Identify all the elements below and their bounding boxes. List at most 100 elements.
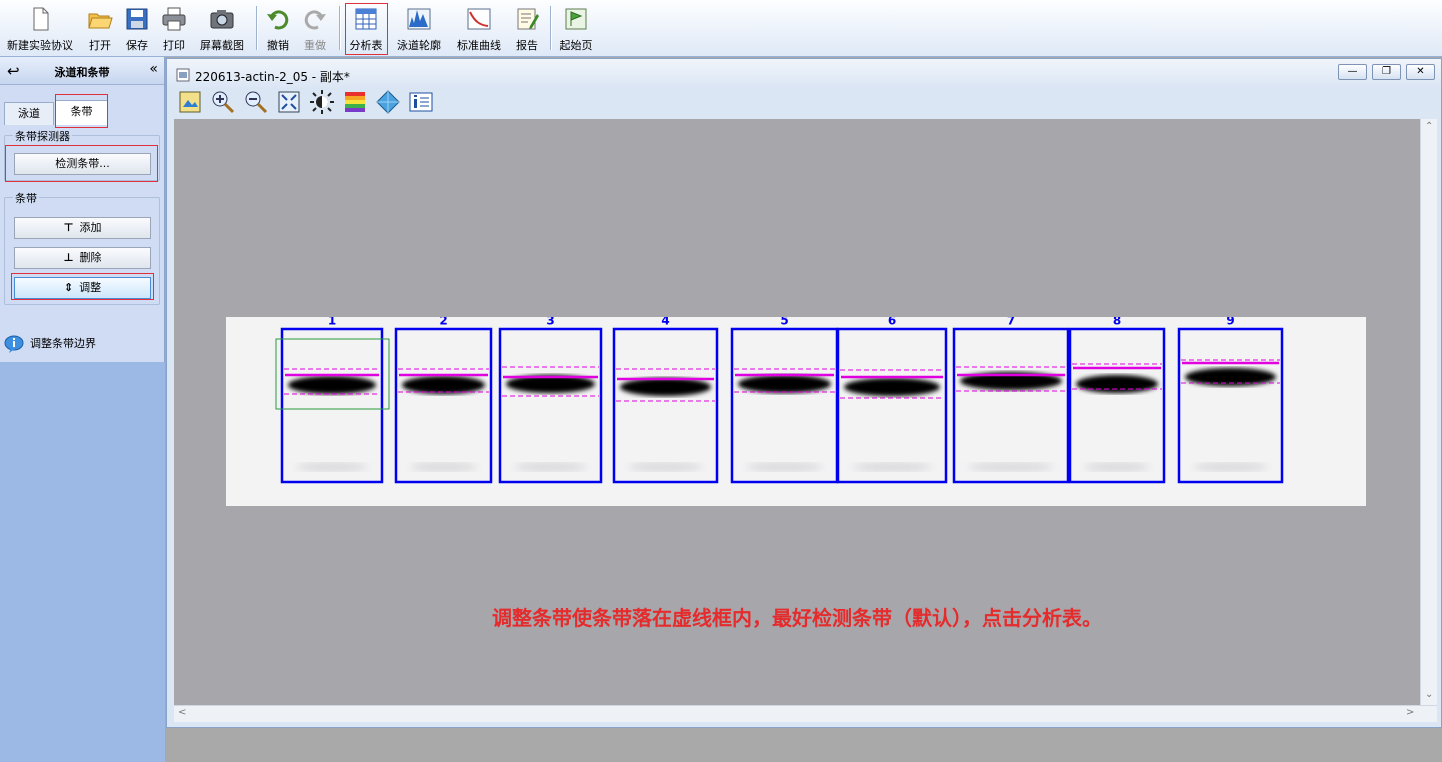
lane-box[interactable] bbox=[394, 327, 493, 484]
brightness-icon[interactable] bbox=[309, 89, 335, 115]
panel-title: 泳道和条带 bbox=[54, 66, 110, 79]
3d-view-icon[interactable] bbox=[375, 89, 401, 115]
lane-number: 2 bbox=[439, 317, 447, 328]
lane-box[interactable] bbox=[1068, 327, 1166, 484]
protein-band bbox=[1076, 375, 1158, 393]
hint-text: 调整条带边界 bbox=[30, 337, 96, 350]
image-properties-icon[interactable] bbox=[177, 89, 203, 115]
image-canvas[interactable]: 1 2 3 4 5 6 7 8 9 调整条带使条带落在虚线框内，最好检测条带（默认），点击分析表… bbox=[174, 119, 1420, 705]
scroll-up-icon[interactable]: ⌃ bbox=[1425, 121, 1433, 132]
faint-band bbox=[410, 463, 477, 471]
info-icon[interactable] bbox=[408, 89, 434, 115]
standard-curve-button[interactable]: 标准曲线 bbox=[455, 4, 503, 54]
lane-overlay: 1 2 3 4 5 6 7 8 9 bbox=[275, 317, 1284, 484]
fit-to-window-icon[interactable] bbox=[276, 89, 302, 115]
open-button[interactable]: 打开 bbox=[84, 4, 116, 54]
lane-box[interactable] bbox=[836, 327, 948, 484]
protein-band bbox=[738, 375, 831, 393]
western-blot-image[interactable]: 1 2 3 4 5 6 7 8 9 bbox=[226, 317, 1366, 506]
save-button[interactable]: 保存 bbox=[122, 4, 152, 54]
lane-box[interactable] bbox=[1177, 327, 1284, 484]
lane-number: 1 bbox=[328, 317, 336, 328]
lane-number: 5 bbox=[780, 317, 788, 328]
lane-box[interactable] bbox=[498, 327, 603, 484]
status-area bbox=[166, 728, 1442, 762]
start-page-button[interactable]: 起始页 bbox=[558, 4, 594, 54]
document-title: 220613-actin-2_05 - 副本* bbox=[195, 70, 350, 84]
lane-number: 8 bbox=[1113, 317, 1121, 328]
add-band-button[interactable]: ⊤ 添加 bbox=[14, 217, 151, 239]
lane-number: 4 bbox=[661, 317, 669, 328]
undo-button[interactable]: 撤销 bbox=[263, 4, 293, 54]
undo-icon bbox=[267, 10, 289, 30]
print-icon bbox=[162, 7, 186, 31]
scroll-right-icon[interactable]: > bbox=[1406, 707, 1414, 718]
detect-bands-highlight bbox=[5, 145, 158, 182]
camera-icon bbox=[210, 10, 234, 29]
color-palette-icon[interactable] bbox=[342, 89, 368, 115]
toolbar-separator bbox=[339, 6, 340, 50]
horizontal-scrollbar[interactable]: < > bbox=[174, 705, 1437, 722]
minimize-icon: — bbox=[1347, 66, 1358, 77]
screenshot-button[interactable]: 屏幕截图 bbox=[198, 4, 246, 54]
protein-band bbox=[288, 376, 376, 394]
lane-box[interactable] bbox=[612, 327, 719, 484]
print-button[interactable]: 打印 bbox=[159, 4, 189, 54]
restore-button[interactable]: ❐ bbox=[1372, 64, 1401, 80]
new-document-icon bbox=[33, 7, 49, 31]
image-toolbar bbox=[167, 89, 1441, 119]
main-toolbar: 新建实验协议 打开 保存 打印 屏幕截图 撤销 重做 分析表 泳道轮廓 标准曲线 bbox=[0, 0, 1442, 57]
panel-header: ↩ 泳道和条带 « bbox=[0, 57, 164, 85]
lane-number: 9 bbox=[1226, 317, 1234, 328]
faint-band bbox=[1084, 463, 1150, 471]
analysis-table-highlight bbox=[345, 3, 388, 55]
report-icon bbox=[517, 8, 539, 30]
redo-icon bbox=[304, 10, 326, 30]
faint-band bbox=[968, 463, 1054, 471]
panel-empty-area bbox=[0, 362, 165, 762]
lane-number: 3 bbox=[546, 317, 554, 328]
document-titlebar: 220613-actin-2_05 - 副本* — ❐ ✕ bbox=[167, 59, 1441, 89]
faint-band bbox=[1193, 463, 1268, 471]
new-protocol-button[interactable]: 新建实验协议 bbox=[4, 4, 76, 54]
protein-band bbox=[402, 376, 485, 394]
zoom-in-icon[interactable] bbox=[210, 89, 236, 115]
faint-band bbox=[746, 463, 823, 471]
protein-band bbox=[620, 378, 711, 396]
lane-number: 7 bbox=[1007, 317, 1015, 328]
scroll-left-icon[interactable]: < bbox=[178, 707, 186, 718]
delete-band-label: 删除 bbox=[79, 251, 102, 264]
add-band-icon: ⊤ bbox=[63, 221, 74, 234]
report-button[interactable]: 报告 bbox=[512, 4, 542, 54]
adjust-button-highlight bbox=[11, 273, 154, 300]
close-icon: ✕ bbox=[1416, 66, 1425, 77]
image-document-window: 220613-actin-2_05 - 副本* — ❐ ✕ 1 2 3 4 5 6 7 8 9 … bbox=[166, 58, 1442, 728]
image-file-icon bbox=[176, 68, 190, 82]
tab-lanes[interactable]: 泳道 bbox=[4, 102, 54, 125]
delete-band-button[interactable]: ⊥ 删除 bbox=[14, 247, 151, 269]
redo-button[interactable]: 重做 bbox=[300, 4, 330, 54]
protein-band bbox=[844, 378, 940, 396]
double-chevron-left-icon[interactable]: « bbox=[149, 61, 158, 77]
standard-curve-icon bbox=[467, 8, 491, 30]
lane-profile-icon bbox=[407, 8, 431, 30]
adjust-band-boundary-hint: 调整条带边界 bbox=[4, 335, 96, 353]
minimize-button[interactable]: — bbox=[1338, 64, 1367, 80]
lane-box[interactable] bbox=[280, 327, 384, 484]
start-page-icon bbox=[565, 8, 587, 30]
scroll-down-icon[interactable]: ⌄ bbox=[1425, 689, 1433, 700]
vertical-scrollbar[interactable]: ⌃ ⌄ bbox=[1420, 119, 1437, 705]
save-icon bbox=[126, 8, 148, 30]
lane-profile-button[interactable]: 泳道轮廓 bbox=[395, 4, 443, 54]
lane-box[interactable] bbox=[952, 327, 1070, 484]
faint-band bbox=[628, 463, 703, 471]
bands-tab-highlight bbox=[55, 94, 108, 128]
band-detector-group-title: 条带探测器 bbox=[13, 128, 72, 144]
faint-band bbox=[296, 463, 368, 471]
toolbar-separator bbox=[256, 6, 257, 50]
zoom-out-icon[interactable] bbox=[243, 89, 269, 115]
close-button[interactable]: ✕ bbox=[1406, 64, 1435, 80]
lane-box[interactable] bbox=[730, 327, 839, 484]
lane-number: 6 bbox=[888, 317, 896, 328]
restore-icon: ❐ bbox=[1382, 66, 1391, 77]
